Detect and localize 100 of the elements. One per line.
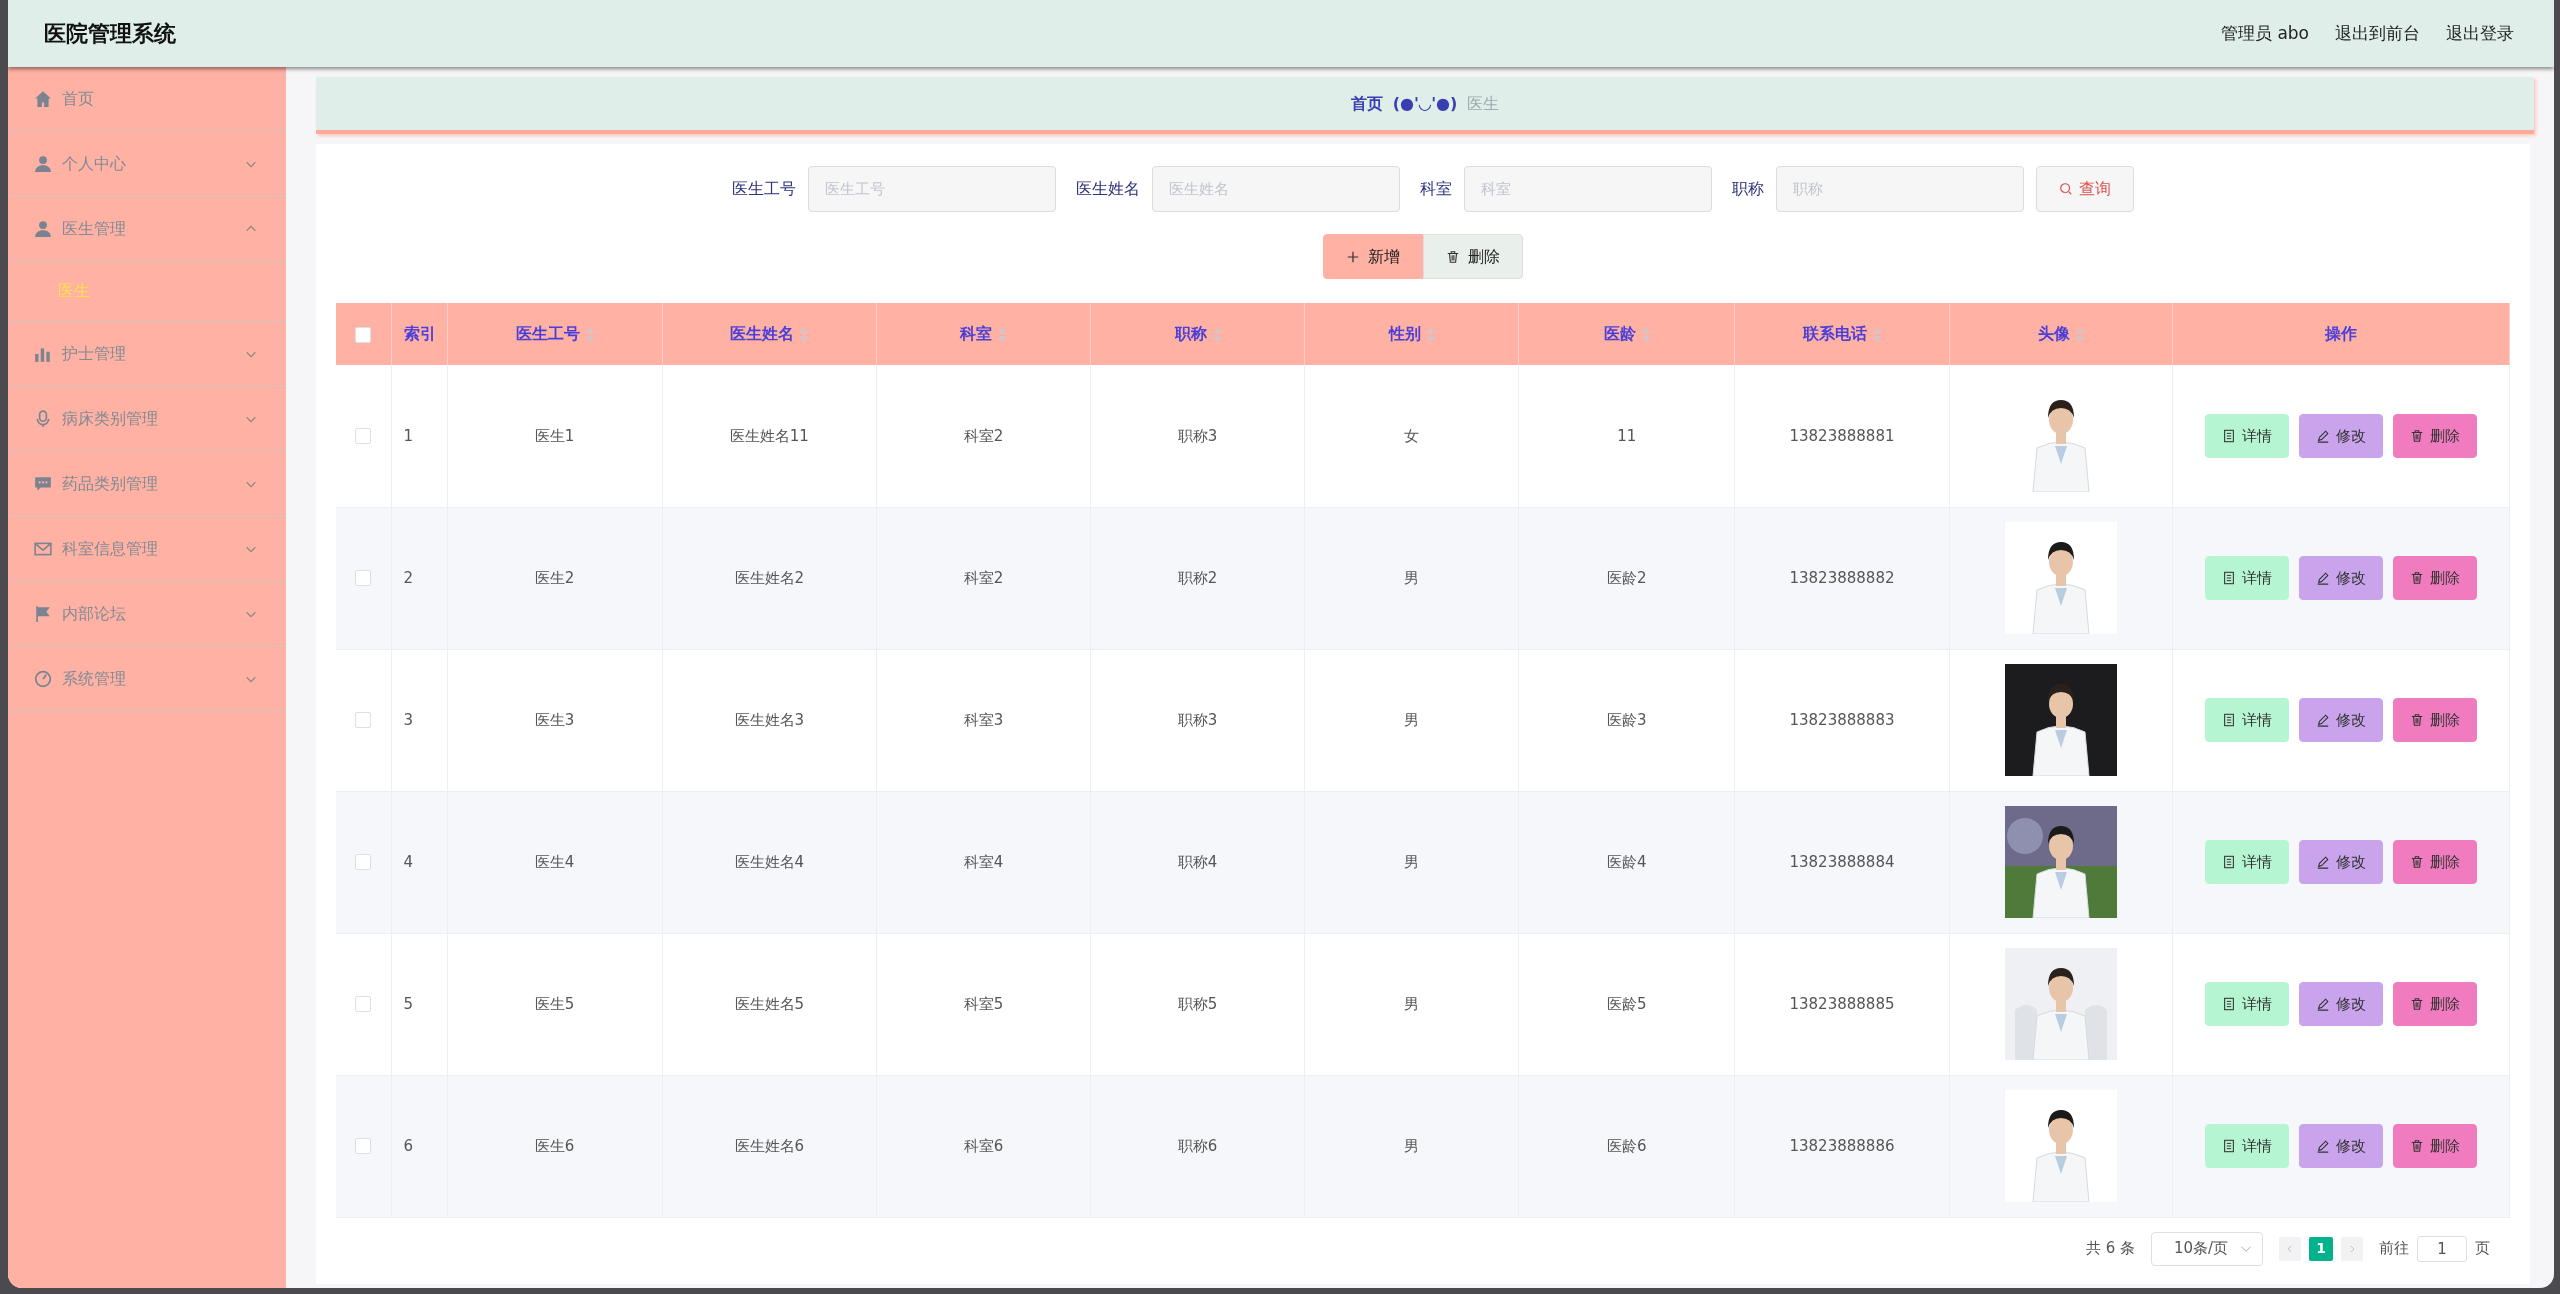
table-cell: 职称5 bbox=[1177, 994, 1218, 1013]
column-header[interactable]: 性别 bbox=[1388, 324, 1421, 343]
next-page-button[interactable] bbox=[2341, 1236, 2363, 1261]
table-cell: 11 bbox=[1617, 426, 1637, 445]
table-cell: 13823888886 bbox=[1789, 1136, 1895, 1155]
table-cell: 科室6 bbox=[963, 1136, 1004, 1155]
trash-icon bbox=[2409, 855, 2424, 869]
table-cell: 女 bbox=[1404, 426, 1420, 445]
table-cell: 医龄4 bbox=[1607, 852, 1647, 871]
delete-button[interactable]: 删除 bbox=[2392, 698, 2477, 742]
detail-button[interactable]: 详情 bbox=[2204, 1124, 2289, 1168]
document-icon bbox=[2221, 428, 2236, 443]
delete-button[interactable]: 删除 bbox=[1423, 234, 1523, 279]
page-unit: 页 bbox=[2475, 1238, 2490, 1260]
breadcrumb-current: 医生 bbox=[1467, 92, 1500, 115]
plus-icon bbox=[1346, 249, 1360, 264]
checkbox[interactable] bbox=[355, 1138, 372, 1155]
total-count: 共 6 条 bbox=[2085, 1238, 2135, 1260]
sort-icon bbox=[1212, 327, 1221, 342]
column-header[interactable]: 职称 bbox=[1174, 324, 1207, 343]
column-header[interactable]: 医生工号 bbox=[515, 324, 580, 343]
edit-button[interactable]: 修改 bbox=[2298, 698, 2383, 742]
table-cell: 医龄2 bbox=[1607, 568, 1647, 587]
goto-label: 前往 bbox=[2379, 1238, 2409, 1260]
edit-button[interactable]: 修改 bbox=[2298, 413, 2383, 458]
table-cell: 5 bbox=[403, 994, 414, 1013]
document-icon bbox=[2221, 997, 2236, 1011]
page-number-field[interactable]: 1 bbox=[2417, 1235, 2467, 1262]
document-icon bbox=[2221, 713, 2236, 727]
checkbox[interactable] bbox=[355, 712, 372, 729]
checkbox[interactable] bbox=[355, 326, 372, 343]
column-header[interactable]: 联系电话 bbox=[1802, 324, 1867, 343]
table-cell: 4 bbox=[403, 852, 414, 871]
flag-icon bbox=[34, 604, 52, 623]
column-header[interactable]: 医龄 bbox=[1603, 324, 1636, 343]
page-size-select[interactable]: 10条/页 bbox=[2151, 1231, 2263, 1266]
edit-button[interactable]: 修改 bbox=[2298, 556, 2383, 600]
delete-button[interactable]: 删除 bbox=[2392, 982, 2477, 1026]
edit-button[interactable]: 修改 bbox=[2298, 1124, 2383, 1168]
table-cell: 医生姓名2 bbox=[734, 568, 805, 587]
pencil-icon bbox=[2315, 855, 2330, 869]
pencil-icon bbox=[2315, 428, 2330, 443]
header-link[interactable]: 退出登录 bbox=[2446, 20, 2514, 47]
chevron-left-icon bbox=[2285, 1243, 2295, 1254]
table-cell: 13823888883 bbox=[1789, 710, 1895, 729]
chevron-right-icon bbox=[2347, 1243, 2357, 1254]
checkbox[interactable] bbox=[355, 428, 372, 444]
detail-button[interactable]: 详情 bbox=[2204, 413, 2289, 458]
field-label: 医生工号 bbox=[732, 178, 796, 200]
column-header[interactable]: 医生姓名 bbox=[730, 324, 795, 343]
table-cell: 医龄3 bbox=[1607, 710, 1647, 729]
checkbox[interactable] bbox=[355, 996, 372, 1013]
home-icon bbox=[34, 89, 52, 108]
detail-button[interactable]: 详情 bbox=[2204, 982, 2289, 1026]
column-header[interactable]: 头像 bbox=[2037, 324, 2070, 343]
table-cell: 医生姓名3 bbox=[734, 710, 805, 729]
detail-button[interactable]: 详情 bbox=[2204, 840, 2289, 884]
table-cell: 3 bbox=[403, 710, 414, 729]
trash-icon bbox=[2409, 1139, 2424, 1153]
table-cell: 13823888881 bbox=[1789, 426, 1895, 445]
column-header: 操作 bbox=[2324, 324, 2357, 343]
delete-button[interactable]: 删除 bbox=[2392, 1124, 2477, 1168]
document-icon bbox=[2221, 571, 2236, 585]
table-cell: 13823888882 bbox=[1789, 568, 1895, 587]
edit-button[interactable]: 修改 bbox=[2298, 840, 2383, 884]
user-icon bbox=[34, 154, 52, 173]
add-button[interactable]: 新增 bbox=[1323, 234, 1423, 279]
delete-button[interactable]: 删除 bbox=[2392, 556, 2477, 600]
sort-icon bbox=[1641, 327, 1650, 342]
checkbox[interactable] bbox=[355, 570, 372, 587]
trash-icon bbox=[2409, 997, 2424, 1011]
document-icon bbox=[2221, 1139, 2236, 1153]
detail-button[interactable]: 详情 bbox=[2204, 556, 2289, 600]
checkbox[interactable] bbox=[355, 854, 372, 871]
field-label: 科室 bbox=[1420, 178, 1452, 200]
breadcrumb-link[interactable]: 首页 bbox=[1350, 91, 1383, 116]
search-button[interactable]: 查询 bbox=[2036, 166, 2134, 212]
page-button[interactable]: 1 bbox=[2309, 1236, 2333, 1261]
sort-icon bbox=[998, 327, 1007, 342]
table-cell: 1 bbox=[403, 426, 414, 445]
delete-button[interactable]: 删除 bbox=[2392, 413, 2477, 458]
document-icon bbox=[2221, 855, 2236, 869]
column-header[interactable]: 科室 bbox=[960, 324, 993, 343]
microphone-icon bbox=[34, 409, 52, 428]
previous-page-button[interactable] bbox=[2279, 1236, 2301, 1261]
table-cell: 医龄6 bbox=[1607, 1136, 1647, 1155]
table-cell: 6 bbox=[403, 1136, 414, 1155]
table-cell: 医生2 bbox=[534, 568, 575, 587]
table-cell: 男 bbox=[1404, 852, 1420, 871]
table-cell: 职称3 bbox=[1177, 426, 1218, 445]
trash-icon bbox=[1446, 249, 1460, 264]
table-cell: 2 bbox=[403, 568, 414, 587]
table-cell: 医生姓名6 bbox=[734, 1136, 805, 1155]
table-cell: 职称4 bbox=[1177, 852, 1218, 871]
delete-button[interactable]: 删除 bbox=[2392, 840, 2477, 884]
header-link[interactable]: 退出到前台 bbox=[2335, 20, 2420, 47]
table-cell: 13823888884 bbox=[1789, 852, 1895, 871]
edit-button[interactable]: 修改 bbox=[2298, 982, 2383, 1026]
table-cell: 男 bbox=[1404, 568, 1420, 587]
detail-button[interactable]: 详情 bbox=[2204, 698, 2289, 742]
